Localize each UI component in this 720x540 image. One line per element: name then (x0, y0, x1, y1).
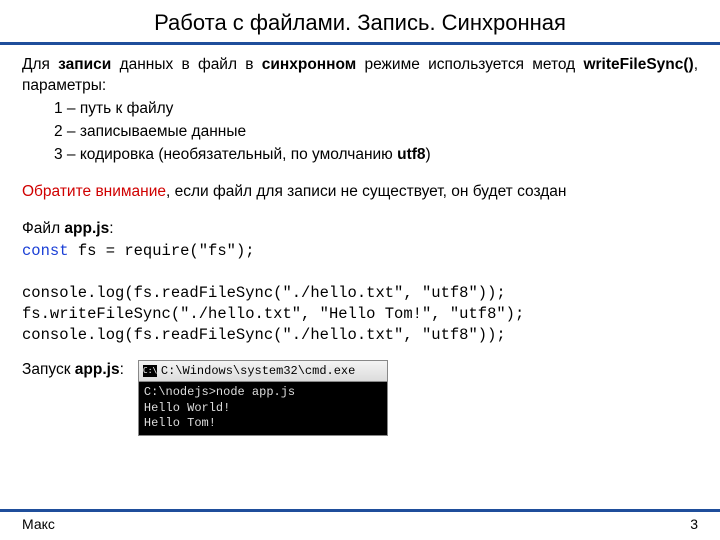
console-title: C:\Windows\system32\cmd.exe (161, 363, 355, 379)
footer-author: Макс (22, 516, 55, 532)
slide-title: Работа с файлами. Запись. Синхронная (0, 0, 720, 42)
run-label-name: app.js (75, 361, 120, 378)
slide-footer: Макс 3 (0, 509, 720, 540)
code-line-3: console.log(fs.readFileSync("./hello.txt… (22, 284, 506, 302)
code-keyword: const (22, 242, 69, 260)
file-label-text: : (109, 220, 113, 237)
run-label-text: Запуск (22, 361, 75, 378)
param-1: 1 – путь к файлу (54, 99, 698, 120)
intro-bold-sync: синхронном (262, 56, 357, 73)
run-label: Запуск app.js: (22, 360, 124, 381)
param-3: 3 – кодировка (необязательный, по умолча… (54, 145, 698, 166)
slide-content: Для записи данных в файл в синхронном ре… (0, 45, 720, 509)
param-3-bold: utf8 (397, 146, 425, 163)
code-line-1: fs = require("fs"); (69, 242, 255, 260)
console-titlebar: C:\ C:\Windows\system32\cmd.exe (139, 361, 387, 382)
warning-label: Обратите внимание (22, 183, 166, 200)
file-label-text: Файл (22, 220, 64, 237)
run-label-text: : (120, 361, 124, 378)
warning-text: , если файл для записи не существует, он… (166, 183, 566, 200)
intro-paragraph: Для записи данных в файл в синхронном ре… (22, 55, 698, 97)
intro-bold-method: writeFileSync() (583, 56, 693, 73)
run-row: Запуск app.js: C:\ C:\Windows\system32\c… (22, 360, 698, 436)
cmd-icon: C:\ (143, 365, 157, 377)
param-3-text: ) (426, 146, 431, 163)
param-3-text: 3 – кодировка (необязательный, по умолча… (54, 146, 397, 163)
footer-page: 3 (690, 516, 698, 532)
intro-bold-write: записи (58, 56, 111, 73)
console-output: C:\nodejs>node app.js Hello World! Hello… (139, 382, 387, 435)
params-list: 1 – путь к файлу 2 – записываемые данные… (22, 99, 698, 166)
console-window: C:\ C:\Windows\system32\cmd.exe C:\nodej… (138, 360, 388, 436)
intro-text: Для (22, 56, 58, 73)
intro-text: данных в файл в (111, 56, 261, 73)
code-line-4: fs.writeFileSync("./hello.txt", "Hello T… (22, 305, 524, 323)
intro-text: режиме используется метод (356, 56, 583, 73)
file-label: Файл app.js: (22, 219, 698, 240)
warning-line: Обратите внимание, если файл для записи … (22, 182, 698, 203)
code-block: const fs = require("fs"); console.log(fs… (22, 241, 698, 346)
code-line-5: console.log(fs.readFileSync("./hello.txt… (22, 326, 506, 344)
file-label-name: app.js (64, 220, 109, 237)
param-2: 2 – записываемые данные (54, 122, 698, 143)
